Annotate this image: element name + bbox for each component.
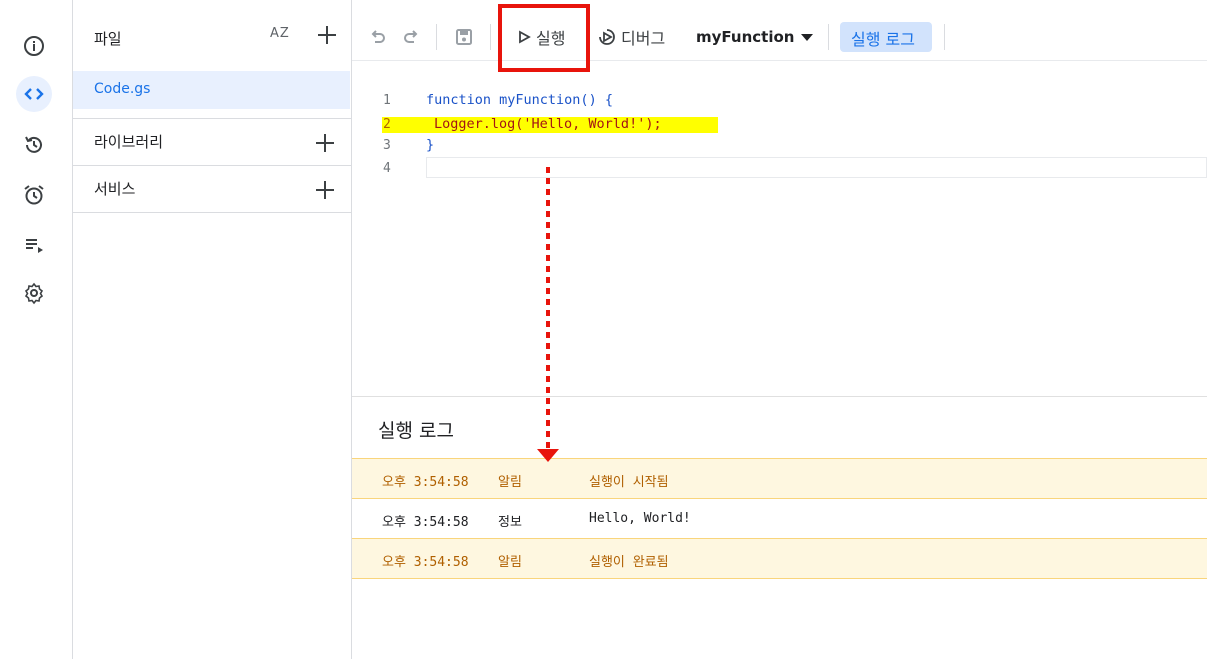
undo-icon — [371, 30, 385, 43]
save-button[interactable] — [454, 22, 474, 52]
add-service-button[interactable] — [315, 180, 335, 200]
log-row: 오후 3:54:58 알림 실행이 시작됨 — [352, 458, 1207, 499]
debug-button[interactable]: 디버그 — [597, 22, 665, 52]
chevron-down-icon — [801, 34, 814, 41]
code-icon — [24, 88, 44, 100]
log-message: Hello, World! — [589, 511, 691, 526]
code-line: Logger.log('Hello, World!'); — [434, 116, 662, 132]
line-number: 3 — [383, 138, 391, 153]
redo-button[interactable] — [401, 22, 421, 52]
execution-log-label: 실행 로그 — [851, 30, 915, 49]
section-divider — [73, 212, 351, 213]
run-annotation-box — [498, 4, 590, 72]
log-level: 알림 — [498, 475, 522, 490]
code-keyword: function — [426, 92, 492, 108]
libraries-section: 라이브러리 — [73, 118, 351, 166]
function-select[interactable]: myFunction — [696, 22, 815, 52]
settings-button[interactable] — [16, 275, 52, 311]
editor-button[interactable] — [16, 76, 52, 112]
executions-button[interactable] — [16, 227, 52, 263]
sort-files-button[interactable]: AZ — [270, 26, 290, 41]
line-number: 4 — [383, 161, 391, 176]
save-icon — [456, 29, 472, 45]
log-time: 오후 3:54:58 — [382, 555, 469, 570]
toolbar-divider — [436, 24, 437, 50]
line-number: 2 — [383, 117, 391, 132]
triggers-button[interactable] — [16, 177, 52, 213]
log-time: 오후 3:54:58 — [382, 475, 469, 490]
code-line: } — [426, 137, 435, 153]
debug-label: 디버그 — [621, 29, 666, 48]
current-line — [426, 157, 1207, 178]
services-section: 서비스 — [73, 165, 351, 213]
overview-button[interactable] — [16, 28, 52, 64]
info-icon — [24, 36, 44, 56]
code-line: function myFunction() { — [426, 92, 613, 108]
line-number: 1 — [383, 93, 391, 108]
file-item-code-gs[interactable]: Code.gs — [73, 71, 350, 109]
toolbar-divider — [490, 24, 491, 50]
libraries-label: 라이브러리 — [94, 133, 164, 151]
file-name: Code.gs — [94, 81, 151, 97]
history-button[interactable] — [16, 127, 52, 163]
panel-divider — [352, 396, 1207, 397]
code-text: myFunction() { — [491, 92, 613, 108]
files-panel: 파일 AZ Code.gs 라이브러리 서비스 — [73, 0, 352, 659]
function-select-value: myFunction — [696, 28, 795, 46]
log-level: 알림 — [498, 555, 522, 570]
undo-button[interactable] — [368, 22, 388, 52]
icon-rail — [0, 0, 73, 659]
log-level: 정보 — [498, 515, 522, 530]
history-icon — [25, 136, 42, 153]
toolbar-divider — [828, 24, 829, 50]
files-title: 파일 — [94, 30, 122, 48]
log-message: 실행이 완료됨 — [589, 555, 669, 570]
log-row: 오후 3:54:58 알림 실행이 완료됨 — [352, 538, 1207, 579]
log-row: 오후 3:54:58 정보 Hello, World! — [352, 499, 1207, 538]
toolbar-divider — [944, 24, 945, 50]
log-panel-title: 실행 로그 — [378, 420, 454, 442]
log-time: 오후 3:54:58 — [382, 515, 469, 530]
services-label: 서비스 — [94, 180, 136, 198]
add-file-button[interactable] — [317, 25, 337, 45]
log-message: 실행이 시작됨 — [589, 475, 669, 490]
add-library-button[interactable] — [315, 133, 335, 153]
debug-icon — [599, 29, 615, 45]
gear-icon — [24, 282, 44, 305]
code-editor[interactable]: 1 2 3 4 function myFunction() { Logger.l… — [352, 72, 1207, 397]
execution-log-button[interactable]: 실행 로그 — [840, 22, 932, 52]
executions-icon — [26, 239, 43, 253]
alarm-icon — [24, 185, 44, 205]
redo-icon — [404, 30, 418, 43]
